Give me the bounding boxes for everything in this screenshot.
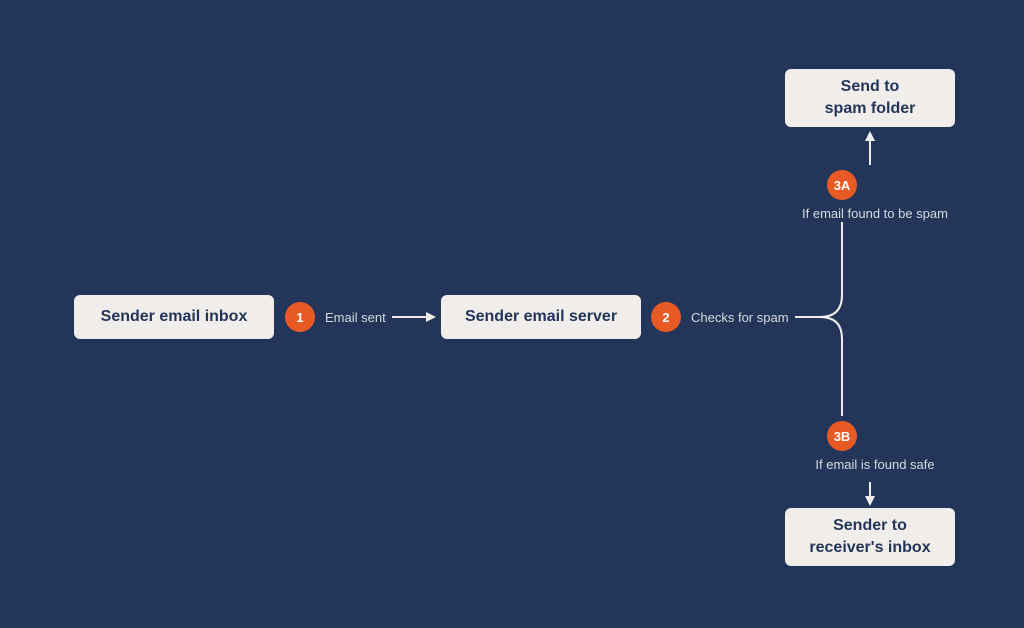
badge-step-3b: 3B [827,421,857,451]
node-spam-folder: Send to spam folder [785,69,955,127]
arrow-down-icon [861,482,879,506]
node-spam-folder-text: Send to spam folder [825,76,916,119]
node-receiver-inbox-text: Sender to receiver's inbox [809,515,930,558]
label-step-3a: If email found to be spam [795,206,955,221]
node-receiver-inbox: Sender to receiver's inbox [785,508,955,566]
badge-step-3a: 3A [827,170,857,200]
arrow-up-icon [861,131,879,165]
label-step-3b: If email is found safe [800,457,950,472]
badge-step-3a-text: 3A [834,178,851,193]
badge-step-3b-text: 3B [834,429,851,444]
